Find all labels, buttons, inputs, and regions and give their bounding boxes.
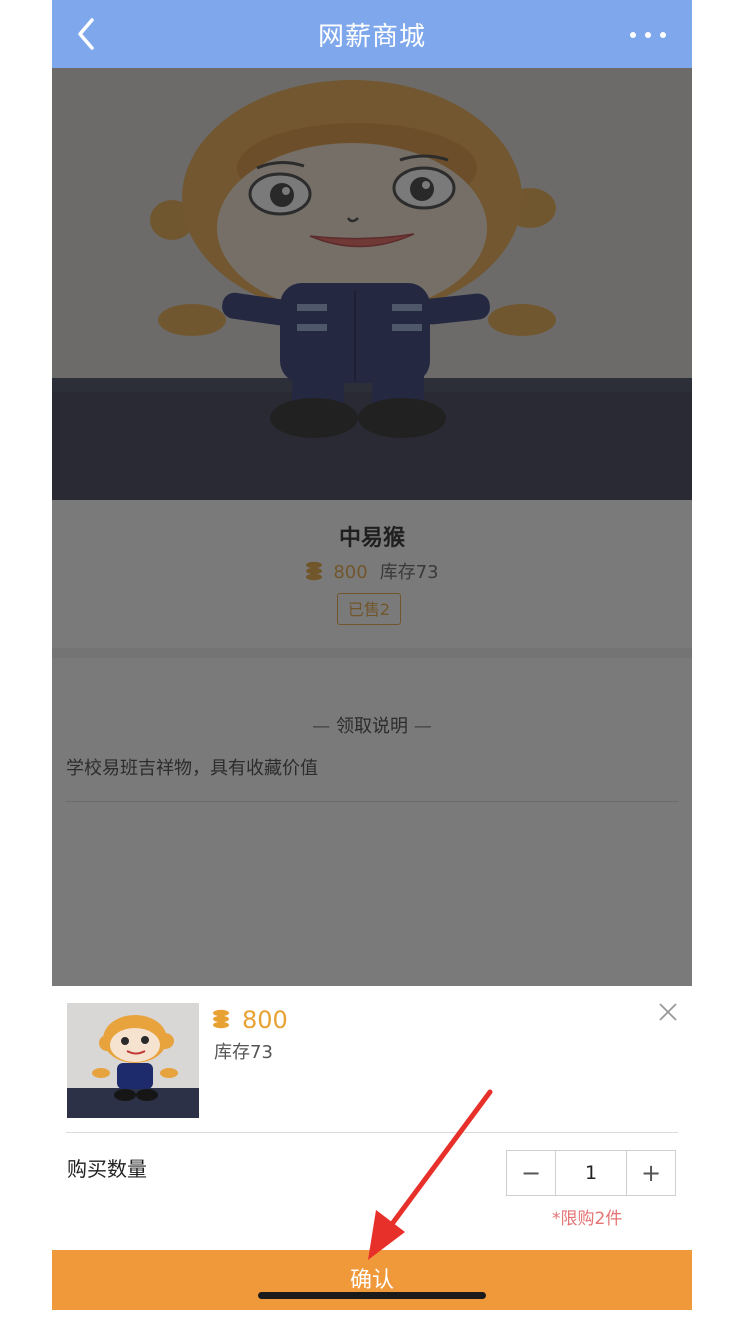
quantity-value[interactable]: 1 (555, 1151, 627, 1195)
quantity-label: 购买数量 (67, 1157, 147, 1181)
description-section: — 领取说明 — 学校易班吉祥物，具有收藏价值 (52, 658, 692, 998)
description-divider (66, 801, 678, 802)
product-thumbnail (67, 1003, 199, 1118)
decrease-button[interactable]: − (507, 1151, 555, 1195)
product-name: 中易猴 (338, 526, 405, 551)
product-info: 中易猴 800 库存73 已售2 (52, 500, 692, 648)
sheet-price: 800 (212, 1006, 288, 1035)
description-title: — 领取说明 — (312, 716, 432, 737)
product-price: 800 (333, 562, 368, 583)
sheet-stock: 库存73 (214, 1042, 273, 1063)
product-stock: 库存73 (379, 562, 439, 583)
coin-icon (212, 1007, 230, 1035)
product-image (52, 68, 692, 500)
sheet-divider (66, 1132, 678, 1133)
sold-badge: 已售2 (337, 593, 401, 625)
coin-icon (305, 561, 323, 586)
nav-bar: 网薪商城 (52, 0, 692, 68)
description-text: 学校易班吉祥物，具有收藏价值 (66, 758, 318, 779)
screen: 网薪商城 中易猴 800 库存73 已售2 — 领取说明 — 学校易班吉祥物，具… (52, 0, 692, 1331)
description-title-text: 领取说明 (336, 716, 408, 737)
sheet-price-value: 800 (242, 1006, 288, 1034)
section-divider (52, 648, 692, 658)
quantity-stepper: − 1 + (506, 1150, 676, 1196)
home-indicator[interactable] (258, 1292, 486, 1299)
price-row: 800 库存73 (52, 558, 692, 586)
more-icon[interactable] (626, 20, 670, 48)
purchase-limit: *限购2件 (552, 1209, 623, 1229)
close-icon[interactable] (658, 1002, 678, 1022)
page-title: 网薪商城 (317, 22, 426, 52)
confirm-button[interactable]: 确认 (52, 1250, 692, 1310)
increase-button[interactable]: + (627, 1151, 675, 1195)
